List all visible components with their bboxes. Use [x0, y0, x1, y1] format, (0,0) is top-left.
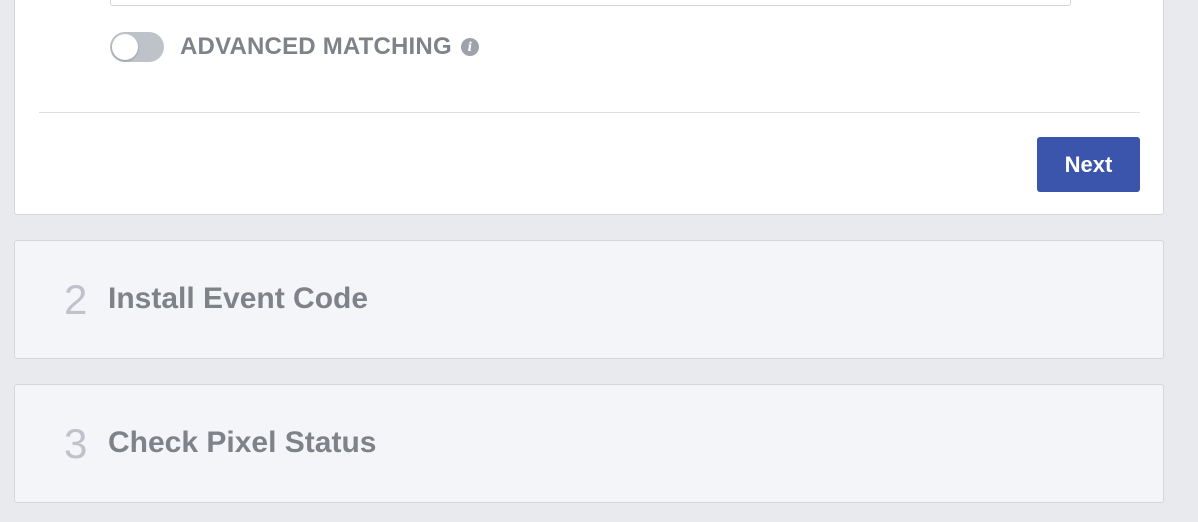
step-title: Check Pixel Status [108, 426, 377, 459]
divider [39, 112, 1140, 113]
next-button[interactable]: Next [1037, 137, 1140, 192]
pixel-code-box[interactable] [110, 0, 1071, 6]
step-1-card: ADVANCED MATCHING i Next [14, 0, 1164, 215]
step-number: 3 [64, 420, 88, 467]
advanced-matching-label: ADVANCED MATCHING [180, 33, 452, 60]
step-2-card[interactable]: 2 Install Event Code [14, 240, 1164, 359]
info-icon[interactable]: i [460, 38, 479, 56]
step-3-card[interactable]: 3 Check Pixel Status [14, 384, 1164, 503]
advanced-matching-toggle[interactable] [110, 32, 164, 62]
step-number: 2 [64, 276, 88, 323]
toggle-knob [112, 34, 138, 60]
advanced-matching-row: ADVANCED MATCHING i [110, 31, 479, 63]
step-title: Install Event Code [108, 282, 369, 315]
